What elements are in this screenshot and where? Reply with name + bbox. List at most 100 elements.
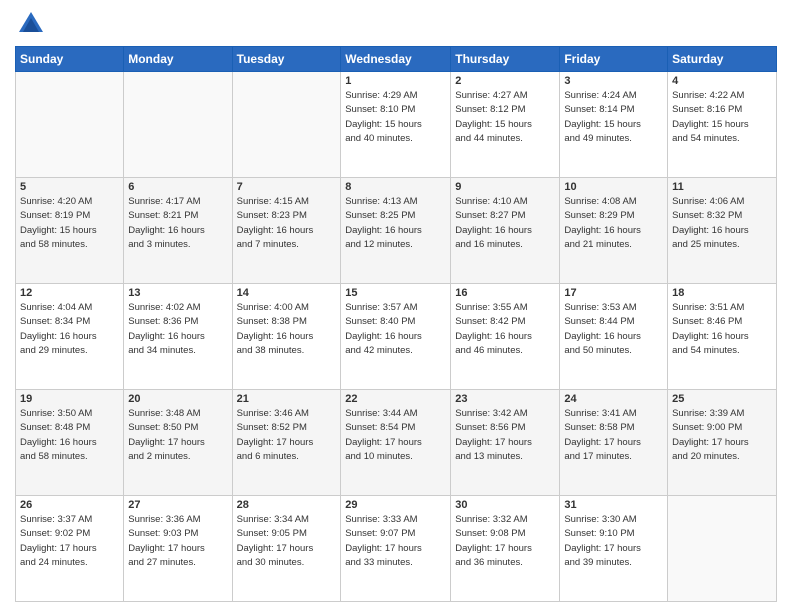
info-line: Sunset: 8:10 PM xyxy=(345,103,446,117)
info-line: Daylight: 17 hours xyxy=(20,542,119,556)
info-line: Sunrise: 3:33 AM xyxy=(345,513,446,527)
calendar-cell: 15Sunrise: 3:57 AMSunset: 8:40 PMDayligh… xyxy=(341,284,451,390)
info-line: Sunrise: 3:37 AM xyxy=(20,513,119,527)
info-line: Daylight: 16 hours xyxy=(672,224,772,238)
info-line: Daylight: 16 hours xyxy=(20,330,119,344)
info-line: Sunrise: 3:36 AM xyxy=(128,513,227,527)
info-line: Sunset: 8:12 PM xyxy=(455,103,555,117)
info-line: and 16 minutes. xyxy=(455,238,555,252)
info-line: and 36 minutes. xyxy=(455,556,555,570)
week-row-2: 12Sunrise: 4:04 AMSunset: 8:34 PMDayligh… xyxy=(16,284,777,390)
info-line: Daylight: 16 hours xyxy=(237,330,337,344)
day-number: 22 xyxy=(345,393,446,405)
info-line: and 30 minutes. xyxy=(237,556,337,570)
info-line: Sunset: 8:21 PM xyxy=(128,209,227,223)
day-number: 14 xyxy=(237,287,337,299)
day-of-week-wednesday: Wednesday xyxy=(341,47,451,72)
info-line: Daylight: 16 hours xyxy=(564,330,663,344)
day-number: 27 xyxy=(128,499,227,511)
day-of-week-saturday: Saturday xyxy=(668,47,777,72)
calendar-body: 1Sunrise: 4:29 AMSunset: 8:10 PMDaylight… xyxy=(16,72,777,602)
calendar-cell xyxy=(668,496,777,602)
calendar-cell xyxy=(16,72,124,178)
info-line: and 42 minutes. xyxy=(345,344,446,358)
info-line: Sunset: 9:05 PM xyxy=(237,527,337,541)
info-line: Sunrise: 3:34 AM xyxy=(237,513,337,527)
info-line: Daylight: 16 hours xyxy=(455,330,555,344)
info-line: Sunrise: 3:57 AM xyxy=(345,301,446,315)
calendar-cell: 27 Sunrise: 3:36 AMSunset: 9:03 PMDayligh… xyxy=(124,496,232,602)
day-number: 29 xyxy=(345,499,446,511)
calendar-cell: 22Sunrise: 3:44 AMSunset: 8:54 PMDayligh… xyxy=(341,390,451,496)
day-number: 5 xyxy=(20,181,119,193)
calendar-cell: 1Sunrise: 4:29 AMSunset: 8:10 PMDaylight… xyxy=(341,72,451,178)
info-line: Sunrise: 3:48 AM xyxy=(128,407,227,421)
info-line: and 2 minutes. xyxy=(128,450,227,464)
info-line: Sunrise: 4:15 AM xyxy=(237,195,337,209)
info-line: Daylight: 17 hours xyxy=(564,436,663,450)
calendar-cell: 12Sunrise: 4:04 AMSunset: 8:34 PMDayligh… xyxy=(16,284,124,390)
info-line: Sunrise: 4:00 AM xyxy=(237,301,337,315)
info-line: Sunset: 8:19 PM xyxy=(20,209,119,223)
info-line: Daylight: 17 hours xyxy=(455,542,555,556)
logo-icon xyxy=(17,10,45,38)
day-info: Sunrise: 3:57 AMSunset: 8:40 PMDaylight:… xyxy=(345,301,446,358)
info-line: and 24 minutes. xyxy=(20,556,119,570)
day-info: Sunrise: 3:50 AMSunset: 8:48 PMDaylight:… xyxy=(20,407,119,464)
info-line: Sunset: 8:27 PM xyxy=(455,209,555,223)
day-number: 31 xyxy=(564,499,663,511)
info-line: Daylight: 16 hours xyxy=(345,224,446,238)
day-info: Sunrise: 3:33 AMSunset: 9:07 PMDaylight:… xyxy=(345,513,446,570)
day-info: Sunrise: 4:08 AMSunset: 8:29 PMDaylight:… xyxy=(564,195,663,252)
day-number: 10 xyxy=(564,181,663,193)
info-line: and 39 minutes. xyxy=(564,556,663,570)
info-line: and 10 minutes. xyxy=(345,450,446,464)
info-line: Daylight: 17 hours xyxy=(128,436,227,450)
day-number: 9 xyxy=(455,181,555,193)
info-line: Sunset: 9:03 PM xyxy=(128,527,227,541)
day-info: Sunrise: 3:51 AMSunset: 8:46 PMDaylight:… xyxy=(672,301,772,358)
day-number: 28 xyxy=(237,499,337,511)
calendar-cell: 30Sunrise: 3:32 AMSunset: 9:08 PMDayligh… xyxy=(451,496,560,602)
info-line: and 21 minutes. xyxy=(564,238,663,252)
info-line: Sunset: 8:56 PM xyxy=(455,421,555,435)
day-info: Sunrise: 4:02 AMSunset: 8:36 PMDaylight:… xyxy=(128,301,227,358)
calendar-cell: 26Sunrise: 3:37 AMSunset: 9:02 PMDayligh… xyxy=(16,496,124,602)
info-line: and 44 minutes. xyxy=(455,132,555,146)
day-info: Sunrise: 3:37 AMSunset: 9:02 PMDaylight:… xyxy=(20,513,119,570)
day-info: Sunrise: 3:36 AMSunset: 9:03 PMDaylight:… xyxy=(128,513,227,570)
calendar-cell: 10 Sunrise: 4:08 AMSunset: 8:29 PMDayligh… xyxy=(560,178,668,284)
info-line: Daylight: 16 hours xyxy=(237,224,337,238)
day-number: 25 xyxy=(672,393,772,405)
info-line: Daylight: 17 hours xyxy=(345,436,446,450)
calendar-cell: 7Sunrise: 4:15 AMSunset: 8:23 PMDaylight… xyxy=(232,178,341,284)
info-line: Daylight: 16 hours xyxy=(128,330,227,344)
info-line: Sunrise: 3:46 AM xyxy=(237,407,337,421)
info-line: and 12 minutes. xyxy=(345,238,446,252)
info-line: Sunset: 8:54 PM xyxy=(345,421,446,435)
info-line: and 54 minutes. xyxy=(672,132,772,146)
info-line: Daylight: 16 hours xyxy=(128,224,227,238)
info-line: Sunrise: 4:29 AM xyxy=(345,89,446,103)
info-line: Sunrise: 4:02 AM xyxy=(128,301,227,315)
info-line: and 20 minutes. xyxy=(672,450,772,464)
day-number: 7 xyxy=(237,181,337,193)
info-line: Sunrise: 4:06 AM xyxy=(672,195,772,209)
info-line: Sunset: 8:42 PM xyxy=(455,315,555,329)
info-line: Sunset: 8:46 PM xyxy=(672,315,772,329)
day-number: 12 xyxy=(20,287,119,299)
info-line: Sunset: 8:36 PM xyxy=(128,315,227,329)
calendar-cell: 9Sunrise: 4:10 AMSunset: 8:27 PMDaylight… xyxy=(451,178,560,284)
info-line: Sunrise: 4:27 AM xyxy=(455,89,555,103)
calendar-cell: 18 Sunrise: 3:51 AMSunset: 8:46 PMDayligh… xyxy=(668,284,777,390)
info-line: Daylight: 16 hours xyxy=(564,224,663,238)
day-info: Sunrise: 3:53 AMSunset: 8:44 PMDaylight:… xyxy=(564,301,663,358)
info-line: and 6 minutes. xyxy=(237,450,337,464)
day-number: 2 xyxy=(455,75,555,87)
day-info: Sunrise: 4:27 AMSunset: 8:12 PMDaylight:… xyxy=(455,89,555,146)
calendar-cell: 23Sunrise: 3:42 AMSunset: 8:56 PMDayligh… xyxy=(451,390,560,496)
info-line: Sunrise: 3:42 AM xyxy=(455,407,555,421)
info-line: Daylight: 15 hours xyxy=(455,118,555,132)
day-number: 18 xyxy=(672,287,772,299)
info-line: Sunset: 9:08 PM xyxy=(455,527,555,541)
